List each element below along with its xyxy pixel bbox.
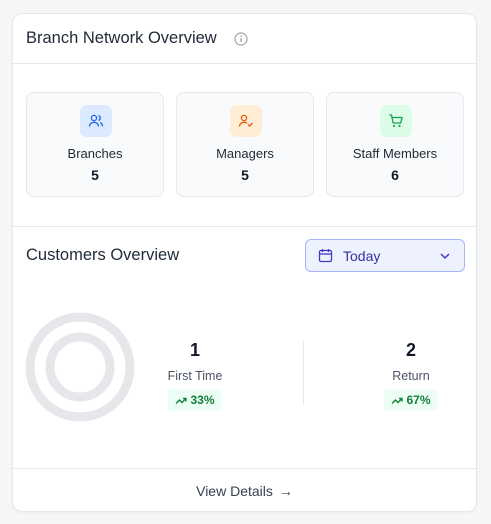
first-time-value: 1 [189,340,200,360]
chevron-down-icon [440,253,450,260]
return-change-badge: 67% [384,389,438,411]
branch-network-card: Branch Network Overview Branches 5 Manag… [12,13,477,512]
users-icon [80,105,112,137]
stat-value: 6 [391,167,399,183]
return-change: 67% [406,393,431,407]
stat-value: 5 [91,167,99,183]
first-time-change-badge: 33% [168,389,222,411]
first-time-label: First Time [167,369,223,383]
stat-label: Managers [216,146,274,161]
metric-divider [303,341,304,405]
stat-managers[interactable]: Managers 5 [176,92,314,197]
trend-up-icon [175,397,188,404]
first-time-metric: 1 First Time 33% [145,340,245,411]
stat-label: Staff Members [352,146,438,161]
period-select-value: Today [343,248,381,264]
customers-donut-chart [25,312,135,422]
stat-staff-members[interactable]: Staff Members 6 [326,92,464,197]
card-header: Branch Network Overview [13,14,476,64]
view-details-label: View Details [196,483,273,499]
info-circle-icon[interactable] [234,32,248,46]
return-value: 2 [405,340,416,360]
section-divider [13,226,476,227]
stat-branches[interactable]: Branches 5 [26,92,164,197]
user-check-icon [230,105,262,137]
first-time-change: 33% [190,393,215,407]
view-details-link[interactable]: View Details → [13,483,476,499]
stat-value: 5 [241,167,249,183]
return-label: Return [392,369,430,383]
customers-overview-title: Customers Overview [26,246,180,264]
cart-icon [380,105,412,137]
arrow-right-icon: → [278,483,293,499]
stat-label: Branches [67,146,123,161]
return-metric: 2 Return 67% [361,340,461,411]
calendar-icon [318,249,333,263]
card-title: Branch Network Overview [26,29,217,47]
trend-up-icon [391,397,404,404]
period-select[interactable]: Today [305,239,465,272]
card-footer: View Details → [13,468,476,511]
